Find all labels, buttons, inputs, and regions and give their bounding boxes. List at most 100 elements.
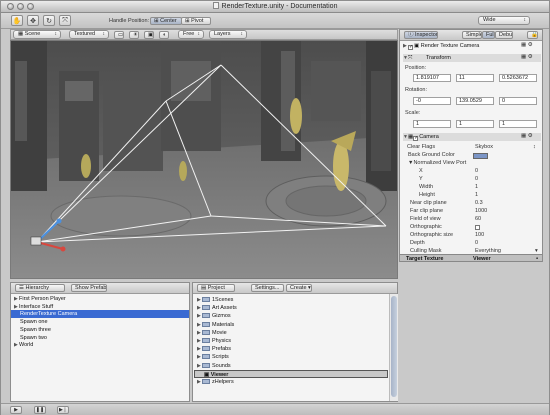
camera-property-value[interactable]: 0.3	[475, 200, 483, 206]
settings-button[interactable]: Settings...	[251, 284, 284, 292]
project-item-label: Materials	[212, 321, 235, 328]
target-texture-value[interactable]: Viewer	[473, 255, 491, 263]
camera-property-value[interactable]: 1	[475, 192, 478, 198]
position-x-field[interactable]: 1.819107	[413, 74, 451, 82]
camera-property-label: X	[419, 168, 423, 174]
target-texture-row[interactable]: Target Texture Viewer •	[400, 254, 542, 262]
project-panel: ▤ Project Settings... Create ▾ ▶ 1Scenes ▶…	[192, 282, 398, 402]
folder-icon	[202, 338, 210, 343]
camera-property-value[interactable]: 1	[475, 184, 478, 190]
tab-project[interactable]: ▤ Project	[197, 284, 235, 292]
scene-render	[11, 41, 397, 278]
background-color-swatch[interactable]	[473, 153, 488, 159]
hierarchy-tab-label: Hierarchy	[25, 285, 50, 291]
camera-property-label: Orthographic size	[410, 232, 454, 238]
project-item-label: Art Assets	[212, 305, 237, 312]
lock-button[interactable]: 🔒	[527, 31, 538, 39]
center-toggle[interactable]: ⊞ Center	[150, 17, 182, 25]
project-item-label: zHelpers	[212, 379, 234, 385]
camera-property-value[interactable]: 100	[475, 232, 484, 238]
project-item[interactable]: ▶ Physics	[194, 337, 388, 345]
project-item[interactable]: ▶ Scripts	[194, 353, 388, 361]
title-bar: RenderTexture.unity - Documentation	[1, 1, 549, 13]
camera-enabled-checkbox[interactable]: ✓	[413, 136, 418, 141]
project-item[interactable]: ▶ Materials	[194, 321, 388, 329]
scene-lighting-toggle[interactable]: ☀	[129, 31, 139, 39]
show-prefab-button[interactable]: Show Prefab	[71, 284, 107, 292]
folder-icon	[202, 362, 210, 368]
camera-property-value[interactable]: 1000	[475, 208, 487, 214]
object-picker-icon[interactable]: •	[536, 255, 538, 263]
camera-mode-dropdown[interactable]: Free	[178, 30, 204, 39]
project-item-label: Movie	[212, 329, 227, 336]
debug-mode-button[interactable]: Debug	[495, 31, 513, 39]
camera-property-value[interactable]: 0	[475, 176, 478, 182]
tab-hierarchy[interactable]: ☰ Hierarchy	[15, 284, 65, 292]
scale-tool-button[interactable]: ⤧	[59, 15, 71, 26]
project-scrollbar[interactable]	[389, 294, 398, 401]
rotation-y-field[interactable]: 139.0529	[456, 97, 494, 105]
camera-property-value[interactable]: Skybox	[475, 144, 493, 150]
scale-x-field[interactable]: 1	[413, 120, 451, 128]
layers-dropdown[interactable]: Layers	[209, 30, 247, 39]
scene-overlay-toggle[interactable]: ▣	[144, 31, 154, 39]
render-mode-dropdown[interactable]: Textured	[69, 30, 109, 39]
project-item[interactable]: ▶ Sounds	[194, 362, 388, 370]
rotate-tool-button[interactable]: ↻	[43, 15, 55, 26]
pause-button[interactable]: ❚❚	[34, 406, 46, 414]
scene-viewport[interactable]	[10, 40, 398, 279]
playback-bar: ▶ ❚❚ ▶❘	[1, 403, 549, 415]
rotation-x-field[interactable]: -0	[413, 97, 451, 105]
project-item[interactable]: ▶ zHelpers	[194, 378, 388, 386]
scene-audio-toggle[interactable]: ◐	[159, 31, 169, 39]
hierarchy-header: ☰ Hierarchy Show Prefab	[11, 283, 189, 294]
inspector-panel: ⓘ Inspector Simple Full Debug 🔒 ▶✓▣ Rend…	[399, 29, 543, 262]
rotation-z-field[interactable]: 0	[499, 97, 537, 105]
project-item[interactable]: ▣ Viewer	[194, 369, 388, 378]
camera-property-value[interactable]: 0	[475, 240, 478, 246]
center-label: Center	[160, 18, 177, 24]
object-active-checkbox[interactable]: ✓	[408, 45, 413, 50]
main-toolbar: ✋ ✥ ↻ ⤧ Handle Position: ⊞ Center ⊞ Pivo…	[1, 13, 549, 29]
hierarchy-item[interactable]: ▶World	[11, 341, 189, 349]
rgb-toggle[interactable]: ▭	[114, 31, 124, 39]
layout-dropdown[interactable]: Wide	[478, 16, 530, 25]
tab-inspector[interactable]: ⓘ Inspector	[404, 31, 438, 39]
hand-tool-button[interactable]: ✋	[11, 15, 23, 26]
play-button[interactable]: ▶	[10, 406, 22, 414]
project-item[interactable]: ▶ Gizmos	[194, 312, 388, 320]
scene-view-dropdown[interactable]: ▦ Scene	[13, 30, 61, 39]
scale-z-field[interactable]: 1	[499, 120, 537, 128]
full-mode-button[interactable]: Full	[482, 31, 495, 39]
project-item-label: Viewer	[210, 371, 229, 378]
handle-position-label: Handle Position:	[109, 18, 150, 24]
project-item[interactable]: ▶ 1Scenes	[194, 296, 388, 304]
clear-flags-dropdown-icon[interactable]: ↕	[533, 144, 536, 150]
create-dropdown[interactable]: Create ▾	[286, 284, 312, 292]
camera-property-value[interactable]: 0	[475, 168, 478, 174]
object-help-icon[interactable]: ▦ ⚙	[521, 42, 533, 48]
scale-y-field[interactable]: 1	[456, 120, 494, 128]
orthographic-checkbox[interactable]	[475, 225, 480, 230]
position-y-field[interactable]: 11	[456, 74, 494, 82]
move-tool-button[interactable]: ✥	[27, 15, 39, 26]
hierarchy-panel: ☰ Hierarchy Show Prefab ▶First Person Pl…	[10, 282, 190, 402]
transform-settings-icon[interactable]: ▦ ⚙	[521, 54, 533, 60]
inspector-tab-label: Inspector	[415, 32, 438, 38]
folder-icon	[202, 354, 210, 360]
camera-property-value[interactable]: 60	[475, 216, 481, 222]
play-icon: ▶	[14, 407, 18, 413]
position-z-field[interactable]: 0.5263672	[499, 74, 537, 82]
image-icon: ▣	[148, 32, 154, 38]
hierarchy-item-label: World	[19, 342, 34, 349]
camera-settings-icon[interactable]: ▦ ⚙	[521, 133, 533, 139]
scrollbar-thumb[interactable]	[391, 296, 397, 397]
project-item[interactable]: ▶ Prefabs	[194, 345, 388, 353]
simple-mode-button[interactable]: Simple	[462, 31, 482, 39]
inspector-header: ⓘ Inspector Simple Full Debug 🔒	[400, 30, 542, 41]
project-item[interactable]: ▶ Art Assets	[194, 304, 388, 312]
window-title: RenderTexture.unity - Documentation	[221, 3, 338, 10]
project-item[interactable]: ▶ Movie	[194, 329, 388, 337]
step-button[interactable]: ▶❘	[57, 406, 69, 414]
pivot-toggle[interactable]: ⊞ Pivot	[181, 17, 211, 25]
